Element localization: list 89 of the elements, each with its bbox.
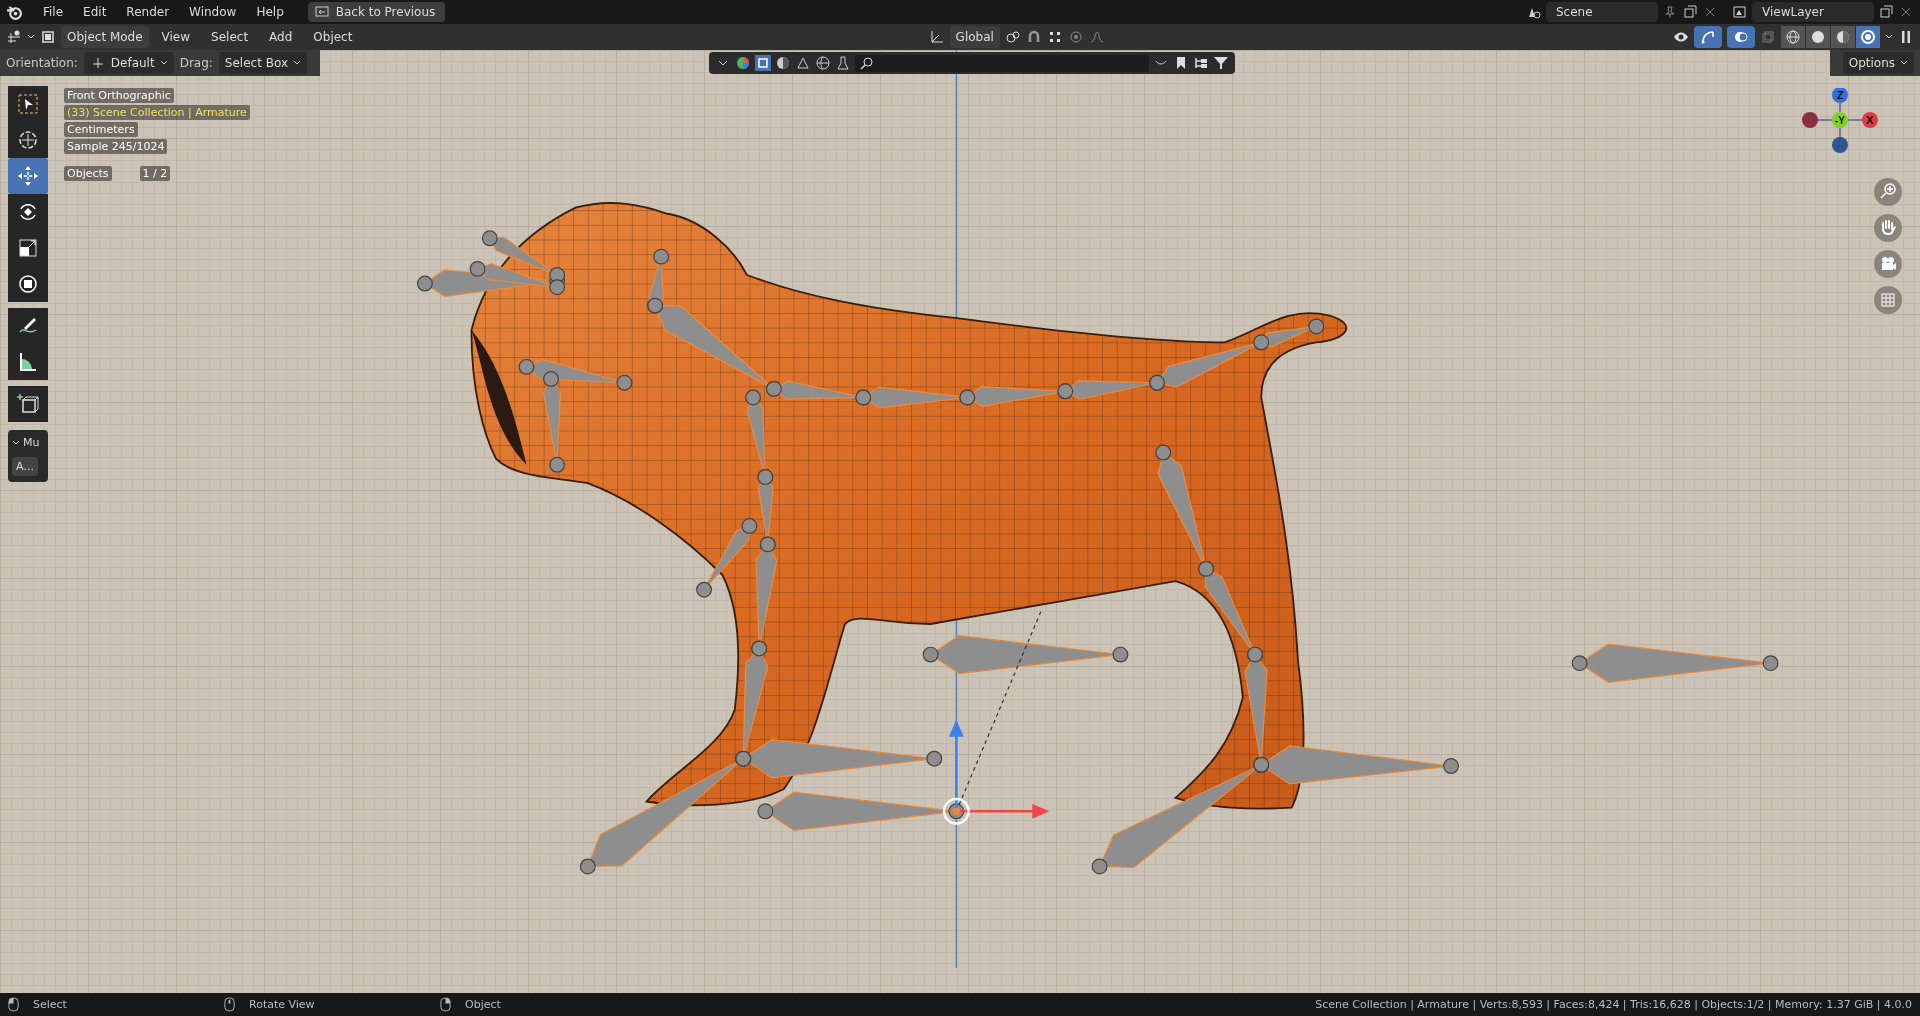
move-icon [16,164,40,188]
view-layer-field[interactable]: ViewLayer [1752,2,1874,22]
middle-mouse-button-icon [224,997,235,1012]
overlays-icon [1733,29,1749,45]
panel-title[interactable]: Mu [23,436,40,449]
transform-tool-button[interactable] [8,266,48,302]
wireframe-sphere-icon [1785,29,1801,45]
brush-filter-icon[interactable] [835,55,851,71]
shading-mode-button[interactable] [1781,26,1805,48]
caret-icon[interactable] [1885,33,1893,41]
caret-icon [159,59,168,67]
falloff-curve-icon[interactable] [1088,29,1105,45]
caret-icon[interactable] [27,33,35,41]
gizmo-icon [1700,29,1716,45]
options-dropdown[interactable]: Options [1842,52,1914,74]
search-field[interactable] [855,54,1149,72]
left-mouse-button-icon [8,997,19,1012]
panel-button[interactable]: A... [12,457,38,476]
scene-statistics: Scene Collection | Armature | Verts:8,593 | Faces:8,424 | Tris:16,628 | Objects:1/2 | Memory: 1.37 GiB | 4.0.0 [1315,998,1912,1011]
rotate-tool-button[interactable] [8,194,48,230]
grid-icon[interactable] [1874,286,1902,314]
caret-icon [1900,59,1908,67]
shading-mode-button[interactable] [1831,26,1855,48]
caret-icon[interactable] [12,438,20,447]
drag-label: Drag: [179,56,213,70]
drag-dropdown[interactable]: Select Box [218,52,307,74]
scale-icon [16,236,40,260]
pivot-point-icon[interactable] [1004,29,1021,45]
menu-item[interactable]: File [35,3,72,21]
add-cube-tool-button[interactable] [8,386,48,422]
orientation-dropdown[interactable]: Default [83,52,174,74]
filter-icon[interactable] [1213,55,1229,71]
axis-gizmo-drawing[interactable]: Z -Y X [1800,88,1880,168]
material-sphere-icon [1835,29,1851,45]
transform-orientation-dropdown[interactable]: Global [949,26,1000,48]
overlays-toggle-button[interactable] [1727,26,1755,48]
shading-mode-button[interactable] [1806,26,1830,48]
light-filter-icon[interactable] [795,55,811,71]
cursor-icon [16,128,40,152]
status-hint: Select [33,998,67,1011]
add-cube-icon [16,392,40,416]
color-sphere-icon[interactable] [735,55,751,71]
right-mouse-button-icon [440,997,451,1012]
editor-type-icon[interactable] [6,29,22,45]
scene-field[interactable]: Scene [1546,2,1658,22]
measure-tool-button[interactable] [8,344,48,380]
solid-sphere-icon [1810,29,1826,45]
duplicate-icon[interactable] [1682,4,1698,20]
select-box-icon [16,92,40,116]
menu-item[interactable]: Help [248,3,292,21]
menu-item[interactable]: Render [118,3,178,21]
material-filter-icon[interactable] [775,55,791,71]
world-filter-icon[interactable] [815,55,831,71]
units-label: Centimeters [64,122,138,137]
hierarchy-icon[interactable] [1193,55,1209,71]
status-hint: Rotate View [249,998,315,1011]
sample-count: Sample 245/1024 [64,139,168,154]
zoom-icon[interactable] [1874,178,1902,206]
objects-count: 1 / 2 [139,166,171,181]
view-name: Front Orthographic [64,88,174,103]
rendered-sphere-icon [1860,29,1876,45]
menu-item[interactable]: Edit [75,3,115,21]
menu-item[interactable]: Select [203,28,257,46]
move-tool-button[interactable] [8,158,48,194]
cursor-tool-button[interactable] [8,122,48,158]
menu-item[interactable]: Object [305,28,361,46]
shading-mode-button[interactable] [1856,26,1880,48]
objects-label: Objects [64,166,112,181]
caret-icon [293,59,301,67]
select-box-tool-button[interactable] [8,86,48,122]
gizmo-toggle-button[interactable] [1694,26,1722,48]
axes-icon [928,29,945,45]
camera-icon[interactable] [1874,250,1902,278]
duplicate-icon[interactable] [1878,4,1894,20]
menu-item[interactable]: Add [261,28,301,46]
orientation-label: Orientation: [6,56,78,70]
menu-item[interactable]: View [153,28,199,46]
menu-item[interactable]: Window [181,3,245,21]
object-cube-icon [40,29,56,45]
image-icon[interactable] [1732,4,1748,20]
status-hint: Object [465,998,501,1011]
hand-icon[interactable] [1874,214,1902,242]
mode-dropdown[interactable]: Object Mode [61,26,149,48]
annotate-tool-button[interactable] [8,308,48,344]
collection-name: (33) Scene Collection | Armature [64,105,250,120]
transform-icon [16,272,40,296]
search-icon [859,55,875,71]
object-filter-icon[interactable] [755,55,771,71]
back-to-previous-button[interactable]: Back to Previous [307,2,446,22]
